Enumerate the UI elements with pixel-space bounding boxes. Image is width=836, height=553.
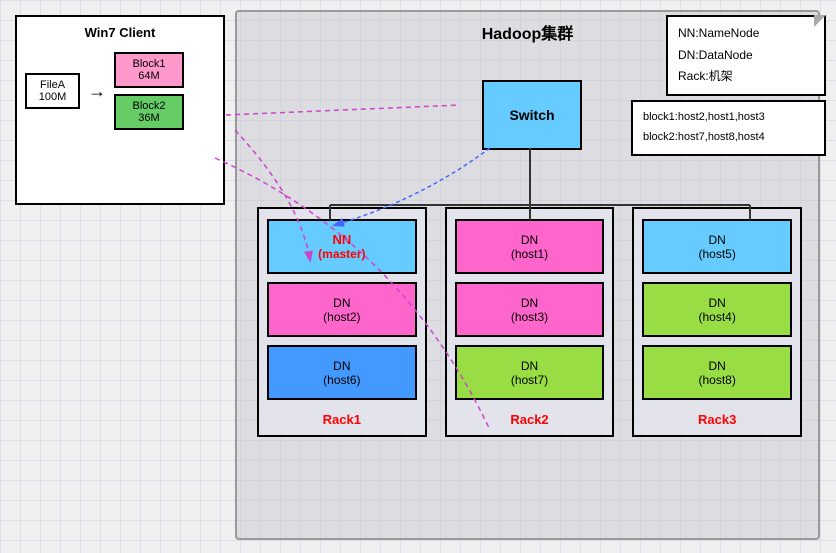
rack2-node1: DN(host1) — [455, 219, 605, 274]
rack3-node2: DN(host4) — [642, 282, 792, 337]
rack1-node3: DN(host6) — [267, 345, 417, 400]
legend1-line1: NN:NameNode — [678, 23, 814, 45]
rack1-node2: DN(host2) — [267, 282, 417, 337]
legend-box1: NN:NameNode DN:DataNode Rack:机架 — [666, 15, 826, 96]
rack3: DN(host5) DN(host4) DN(host8) Rack3 — [632, 207, 802, 437]
legend-box2: block1:host2,host1,host3 block2:host7,ho… — [631, 100, 826, 156]
legend2-line2: block2:host7,host8,host4 — [643, 128, 814, 148]
win7-client-box: Win7 Client FileA100M → Block164M Block2… — [15, 15, 225, 205]
nn-label: NN — [332, 232, 351, 247]
rack1-label: Rack1 — [267, 412, 417, 427]
block2-box: Block236M — [114, 94, 184, 130]
win7-inner: FileA100M → Block164M Block236M — [25, 52, 215, 130]
rack2-node2: DN(host3) — [455, 282, 605, 337]
arrow-area: → — [88, 81, 106, 102]
legend1-line3: Rack:机架 — [678, 66, 814, 88]
file-box: FileA100M — [25, 73, 80, 109]
rack3-node1: DN(host5) — [642, 219, 792, 274]
rack3-label: Rack3 — [642, 412, 792, 427]
blocks-col: Block164M Block236M — [114, 52, 184, 130]
legend1-line2: DN:DataNode — [678, 45, 814, 67]
rack1-node1: NN (master) — [267, 219, 417, 274]
rack1: NN (master) DN(host2) DN(host6) Rack1 — [257, 207, 427, 437]
rack2: DN(host1) DN(host3) DN(host7) Rack2 — [445, 207, 615, 437]
win7-title: Win7 Client — [25, 25, 215, 40]
rack2-label: Rack2 — [455, 412, 605, 427]
rack3-node3: DN(host8) — [642, 345, 792, 400]
block1-box: Block164M — [114, 52, 184, 88]
nn-master-label: (master) — [318, 247, 365, 261]
rack2-node3: DN(host7) — [455, 345, 605, 400]
switch-node: Switch — [482, 80, 582, 150]
legend2-line1: block1:host2,host1,host3 — [643, 108, 814, 128]
racks-row: NN (master) DN(host2) DN(host6) Rack1 DN… — [257, 207, 802, 437]
switch-label: Switch — [509, 107, 554, 123]
